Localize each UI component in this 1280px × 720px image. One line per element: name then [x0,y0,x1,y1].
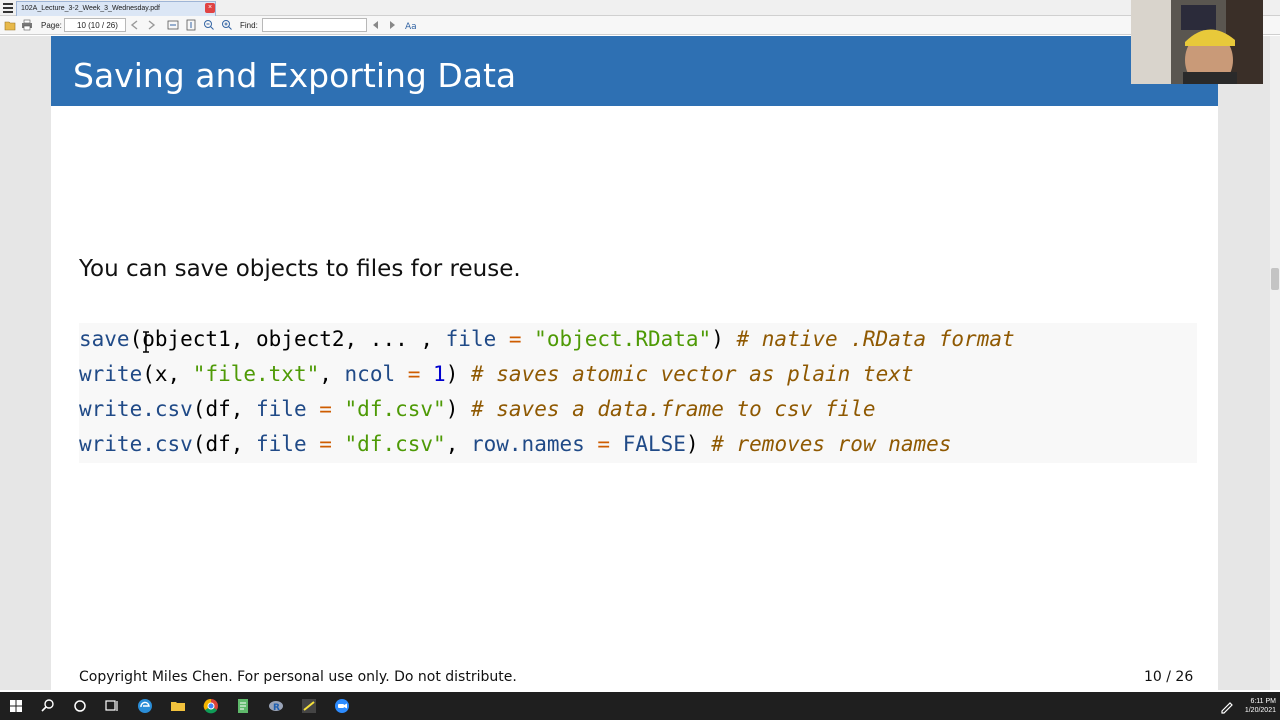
vertical-scrollbar[interactable] [1270,36,1280,690]
slide-page: Saving and Exporting Data You can save o… [51,36,1218,690]
slide-page-number: 10 / 26 [1144,669,1194,685]
next-page-icon[interactable] [145,19,157,31]
find-previous-icon[interactable] [370,19,382,31]
cortana-icon[interactable] [71,697,89,715]
code-line-save: save(object1, object2, ... , file = "obj… [79,327,1015,357]
find-input[interactable] [262,18,367,32]
code-operator: = [496,327,535,351]
code-args: (object1, object2, ... , [129,327,446,351]
tray-time: 6:11 PM [1250,698,1276,705]
code-line-write-csv-rownames: write.csv(df, file = "df.csv", row.names… [79,432,951,462]
code-close: ) [711,327,737,351]
close-tab-button[interactable]: × [205,3,215,13]
scrollbar-thumb[interactable] [1271,268,1279,290]
code-function: write.csv [79,397,193,421]
document-tab[interactable]: 102A_Lecture_3-2_Week_3_Wednesday.pdf [16,1,216,16]
tray-clock[interactable]: 6:11 PM 1/20/2021 [1238,697,1276,715]
webcam-image [1131,0,1263,84]
code-close: ) [685,432,712,456]
code-string: "file.txt" [192,362,320,386]
notepad-icon[interactable] [234,697,252,715]
code-separator: , [445,432,471,456]
code-string: "df.csv" [344,397,446,421]
edge-browser-icon[interactable] [136,697,154,715]
slide-header: Saving and Exporting Data [51,36,1218,106]
task-view-icon[interactable] [103,697,121,715]
code-comment: # removes row names [711,432,952,456]
code-comment: # saves a data.frame to csv file [470,397,876,421]
fit-page-icon[interactable] [185,19,197,31]
file-explorer-icon[interactable] [169,697,187,715]
code-argument-name: row.names [470,432,585,456]
page-label: Page: [41,21,62,30]
webcam-video-overlay [1131,0,1263,84]
code-separator: , [319,362,345,386]
code-line-write: write(x, "file.txt", ncol = 1) # saves a… [79,362,914,392]
document-canvas: Saving and Exporting Data You can save o… [0,36,1280,690]
chrome-browser-icon[interactable] [202,697,220,715]
r-language-icon[interactable]: R [267,697,285,715]
window-tab-bar: 102A_Lecture_3-2_Week_3_Wednesday.pdf × [0,0,1280,16]
code-function: write.csv [79,432,193,456]
document-tab-title: 102A_Lecture_3-2_Week_3_Wednesday.pdf [21,5,160,12]
code-constant: FALSE [622,432,686,456]
code-line-write-csv: write.csv(df, file = "df.csv") # saves a… [79,397,876,427]
code-function: write [79,362,143,386]
find-label: Find: [240,21,258,30]
search-icon[interactable] [39,697,57,715]
zoom-out-icon[interactable] [203,19,215,31]
svg-text:R: R [273,703,280,713]
code-comment: # native .RData format [736,327,1015,351]
code-operator: = [306,432,345,456]
tray-date: 1/20/2021 [1244,707,1276,714]
code-number: 1 [433,362,446,386]
svg-text:Aa: Aa [405,22,416,31]
fit-width-icon[interactable] [167,19,179,31]
pdf-viewer-icon[interactable] [300,697,318,715]
page-number-input[interactable]: 10 (10 / 26) [64,18,126,32]
code-args: (df, [192,397,257,421]
code-close: ) [445,362,471,386]
code-close: ) [445,397,471,421]
zoom-in-icon[interactable] [221,19,233,31]
menu-icon[interactable] [3,3,13,13]
text-cursor-icon [143,331,149,353]
code-args: (df, [192,432,257,456]
code-comment: # saves atomic vector as plain text [471,362,914,386]
open-file-icon[interactable] [4,19,16,31]
code-operator: = [306,397,345,421]
code-args: (x, [142,362,193,386]
code-string: "df.csv" [344,432,446,456]
code-argument-name: ncol [344,362,396,386]
zoom-meetings-icon[interactable] [333,697,351,715]
code-argument-name: file [256,397,307,421]
code-block: save(object1, object2, ... , file = "obj… [79,323,1197,463]
print-icon[interactable] [21,19,33,31]
code-argument-name: file [256,432,307,456]
code-string: "object.RData" [534,327,712,351]
slide-title: Saving and Exporting Data [73,56,517,95]
viewer-toolbar: Page: 10 (10 / 26) Find: Aa [0,16,1280,35]
pen-tray-icon[interactable] [1218,697,1236,715]
find-next-icon[interactable] [386,19,398,31]
code-argument-name: file [445,327,497,351]
slide-footer-copyright: Copyright Miles Chen. For personal use o… [79,669,517,685]
windows-taskbar: R 6:11 PM 1/20/2021 [0,692,1280,720]
windows-start-icon[interactable] [7,697,25,715]
slide-intro-text: You can save objects to files for reuse. [79,256,521,282]
previous-page-icon[interactable] [129,19,141,31]
code-operator: = [584,432,623,456]
code-operator: = [395,362,434,386]
code-function: save [79,327,130,351]
match-case-icon[interactable]: Aa [404,19,416,31]
